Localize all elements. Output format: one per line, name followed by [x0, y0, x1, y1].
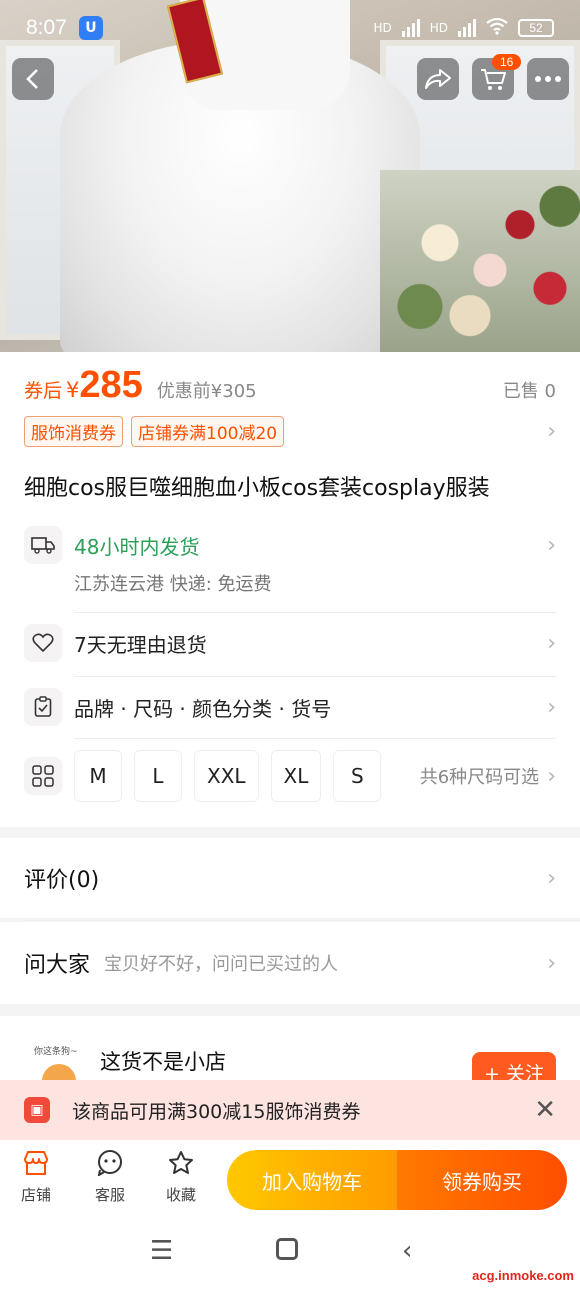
battery-icon: 52 [518, 19, 554, 37]
star-icon [151, 1150, 211, 1182]
chevron-right-icon: › [547, 419, 556, 444]
reviews-title: 评价(0) [24, 868, 100, 893]
cart-button[interactable]: 16 [472, 54, 522, 100]
coupon-tag[interactable]: 服饰消费券 [24, 416, 123, 447]
chevron-right-icon: › [547, 630, 556, 656]
more-button[interactable] [527, 58, 569, 100]
product-title: 细胞cos服巨噬细胞血小板cos套装cosplay服装 [24, 476, 490, 501]
signal-bars-icon [401, 19, 420, 37]
coupon-banner-text: 该商品可用满300减15服饰消费券 [72, 1100, 361, 1123]
signal-bars-icon [458, 19, 476, 37]
system-nav-bar: ☰ ‹ acg.inmoke.com [0, 1222, 580, 1289]
price-value: 285 [79, 364, 143, 406]
product-info-card: 券后 ¥ 285 优惠前¥305 已售 0 服饰消费券 店铺券满100减20 ›… [0, 352, 580, 827]
share-button[interactable] [417, 58, 459, 100]
more-icon [535, 76, 561, 82]
share-icon [425, 69, 451, 89]
shop-tab-label: 店铺 [20, 1186, 51, 1204]
returns-row[interactable]: 7天无理由退货 › [24, 624, 556, 662]
buy-button[interactable]: 领券购买 [397, 1150, 567, 1210]
sold-count: 已售 0 [502, 381, 556, 402]
watermark: acg.inmoke.com [472, 1268, 574, 1283]
flower-bouquet [380, 170, 580, 352]
back-arrow-icon[interactable]: ‹ [402, 1236, 412, 1266]
signal-hd-label: HD [373, 21, 392, 35]
chevron-right-icon: › [547, 694, 556, 720]
coupon-icon: ▣ [24, 1097, 50, 1123]
ask-title: 问大家 [24, 953, 91, 978]
price-label: 券后 [24, 380, 63, 402]
size-row[interactable]: M L XXL XL S 共6种尺码可选 › [24, 750, 556, 802]
shop-tab[interactable]: 店铺 [6, 1150, 66, 1205]
app-notification-icon: U [78, 16, 103, 40]
chevron-right-icon: › [547, 763, 556, 789]
store-icon [6, 1150, 66, 1182]
menu-icon[interactable]: ☰ [150, 1236, 173, 1266]
heart-icon [24, 624, 62, 662]
size-summary-label: 共6种尺码可选 [419, 767, 540, 788]
close-icon[interactable]: ✕ [534, 1095, 556, 1125]
divider [24, 920, 580, 921]
shop-logo-caption: 你这条狗~ [34, 1047, 78, 1057]
shipping-subtitle: 江苏连云港 快递: 免运费 [74, 574, 272, 595]
size-summary[interactable]: 共6种尺码可选 › [420, 763, 556, 789]
service-tab-label: 客服 [94, 1186, 125, 1204]
size-option[interactable]: S [333, 750, 382, 802]
coupon-row[interactable]: 服饰消费券 店铺券满100减20 › [24, 416, 556, 447]
returns-title: 7天无理由退货 [74, 632, 207, 657]
ask-section[interactable]: 问大家 宝贝好不好，问问已买过的人 › [0, 922, 580, 1004]
purchase-buttons: 加入购物车 领券购买 [227, 1150, 567, 1210]
clipboard-icon [24, 688, 62, 726]
divider [74, 612, 556, 613]
service-tab[interactable]: 客服 [80, 1150, 140, 1205]
original-price: 优惠前¥305 [156, 381, 257, 402]
favorite-tab-label: 收藏 [165, 1186, 196, 1204]
specs-row[interactable]: 品牌 · 尺码 · 颜色分类 · 货号 › [24, 688, 556, 726]
chevron-right-icon: › [547, 950, 556, 976]
ask-subtitle: 宝贝好不好，问问已买过的人 [104, 954, 339, 975]
wifi-icon [486, 17, 508, 40]
clock: 8:07 [26, 16, 67, 39]
chevron-left-icon [26, 69, 38, 89]
truck-icon [24, 526, 62, 564]
divider [74, 738, 556, 739]
size-option[interactable]: XXL [194, 750, 259, 802]
coupon-banner[interactable]: ▣ 该商品可用满300减15服饰消费券 ✕ [0, 1080, 580, 1140]
chevron-right-icon: › [547, 865, 556, 891]
status-bar: 8:07 U HD HD 52 [0, 0, 580, 56]
favorite-tab[interactable]: 收藏 [151, 1150, 211, 1205]
grid-icon [24, 757, 62, 795]
size-option[interactable]: L [134, 750, 182, 802]
shop-name[interactable]: 这货不是小店 [100, 1046, 226, 1076]
coupon-tag[interactable]: 店铺券满100减20 [131, 416, 285, 447]
cart-count-badge: 16 [492, 54, 522, 70]
price-row: 券后 ¥ 285 优惠前¥305 已售 0 [24, 364, 556, 408]
size-option[interactable]: M [74, 750, 122, 802]
bottom-action-bar: 店铺 客服 收藏 加入购物车 领券购买 [0, 1140, 580, 1222]
shipping-row[interactable]: 48小时内发货 › [24, 526, 556, 564]
reviews-section[interactable]: 评价(0) › [0, 838, 580, 918]
home-icon[interactable] [276, 1238, 298, 1260]
chevron-right-icon: › [547, 532, 556, 558]
shipping-title: 48小时内发货 [74, 534, 200, 559]
chat-face-icon [80, 1150, 140, 1182]
specs-title: 品牌 · 尺码 · 颜色分类 · 货号 [74, 696, 332, 721]
price-currency: ¥ [66, 378, 80, 402]
back-button[interactable] [12, 58, 54, 100]
size-option[interactable]: XL [270, 750, 322, 802]
divider [74, 676, 556, 677]
add-to-cart-button[interactable]: 加入购物车 [227, 1150, 397, 1210]
signal-hd-label: HD [429, 21, 448, 35]
